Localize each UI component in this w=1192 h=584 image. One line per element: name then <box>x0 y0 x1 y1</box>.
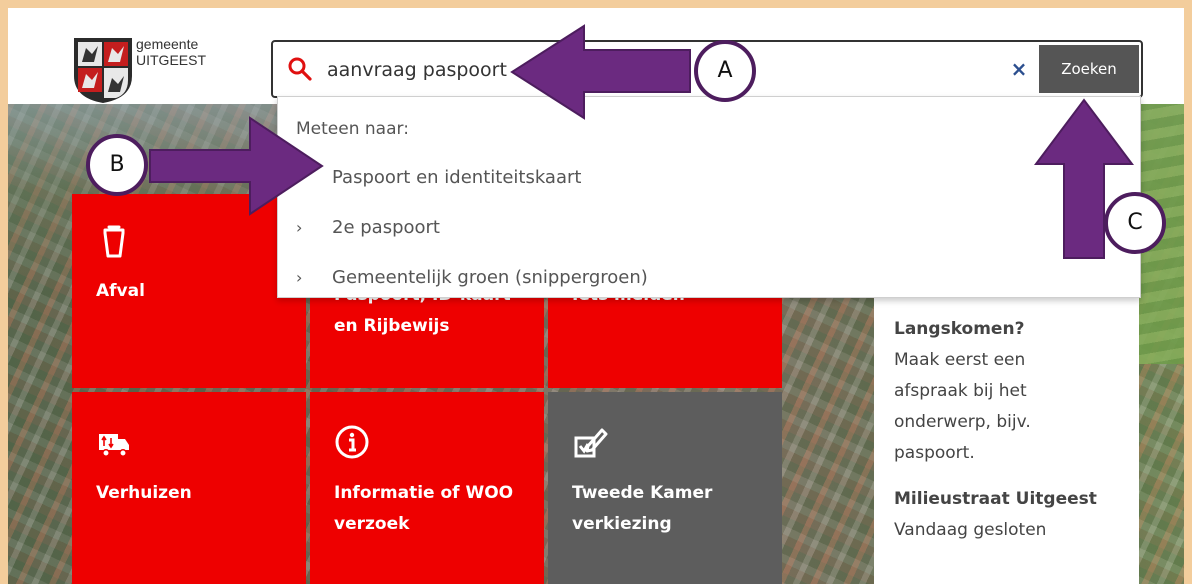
arrow-b <box>149 116 324 216</box>
callout-c: C <box>1104 192 1166 254</box>
arrow-a <box>510 24 691 120</box>
callout-b: B <box>86 134 148 196</box>
callout-a: A <box>694 40 756 102</box>
annotation-arrows <box>149 24 1134 259</box>
